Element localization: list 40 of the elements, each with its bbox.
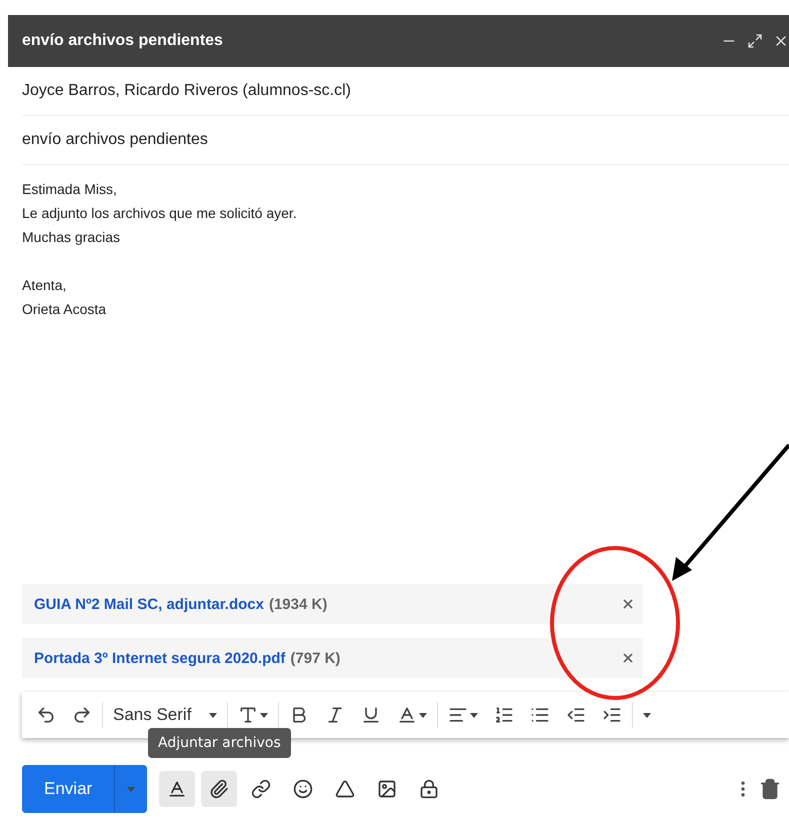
underline-icon [361, 705, 382, 725]
confidential-icon [419, 779, 440, 799]
numbered-list-icon [494, 705, 514, 725]
remove-icon[interactable] [621, 597, 635, 611]
attachment-name[interactable]: Portada 3º Internet segura 2020.pdf [34, 650, 286, 666]
attachment-size: (1934 K) [268, 596, 328, 612]
caret-icon [643, 712, 652, 718]
text-color-icon [397, 705, 418, 725]
body-text: Muchas gracias [22, 228, 122, 247]
emoji-icon [293, 779, 314, 799]
attach-icon [209, 779, 230, 799]
remove-icon[interactable] [621, 651, 635, 665]
redo-icon [72, 705, 92, 725]
attachment-size: (797 K) [290, 650, 342, 666]
caret-icon [209, 712, 218, 718]
recipients-field[interactable]: Joyce Barros, Ricardo Riveros (alumnos-sc.cl) [22, 82, 351, 100]
body-text: Orieta Acosta [22, 300, 108, 319]
body-text: Atenta, [22, 276, 68, 295]
undo-icon [36, 705, 56, 725]
attachment-chip[interactable]: GUIA Nº2 Mail SC, adjuntar.docx (1934 K) [22, 584, 643, 624]
expand-icon[interactable] [747, 33, 763, 49]
window-title: envío archivos pendientes [22, 32, 224, 50]
tooltip: Adjuntar archivos [148, 728, 291, 758]
link-icon [251, 779, 272, 799]
attachment-name[interactable]: GUIA Nº2 Mail SC, adjuntar.docx [34, 596, 264, 612]
subject-field[interactable]: envío archivos pendientes [22, 131, 208, 149]
caret-icon [260, 712, 268, 718]
text-size-icon [238, 705, 258, 725]
font-dropdown[interactable]: Sans Serif [107, 701, 224, 729]
attach-button[interactable] [201, 771, 238, 807]
caret-icon [470, 712, 478, 718]
body-text: Le adjunto los archivos que me solicitó ayer. [22, 204, 298, 223]
formatting-icon [167, 779, 188, 799]
caret-icon [419, 712, 428, 718]
formatting-button[interactable] [159, 771, 196, 807]
caret-icon [127, 786, 136, 792]
delete-icon[interactable] [759, 778, 781, 800]
photo-icon [377, 779, 398, 799]
attachment-chip[interactable]: Portada 3º Internet segura 2020.pdf (797 K) [22, 638, 643, 678]
body-text: Estimada Miss, [22, 180, 118, 199]
